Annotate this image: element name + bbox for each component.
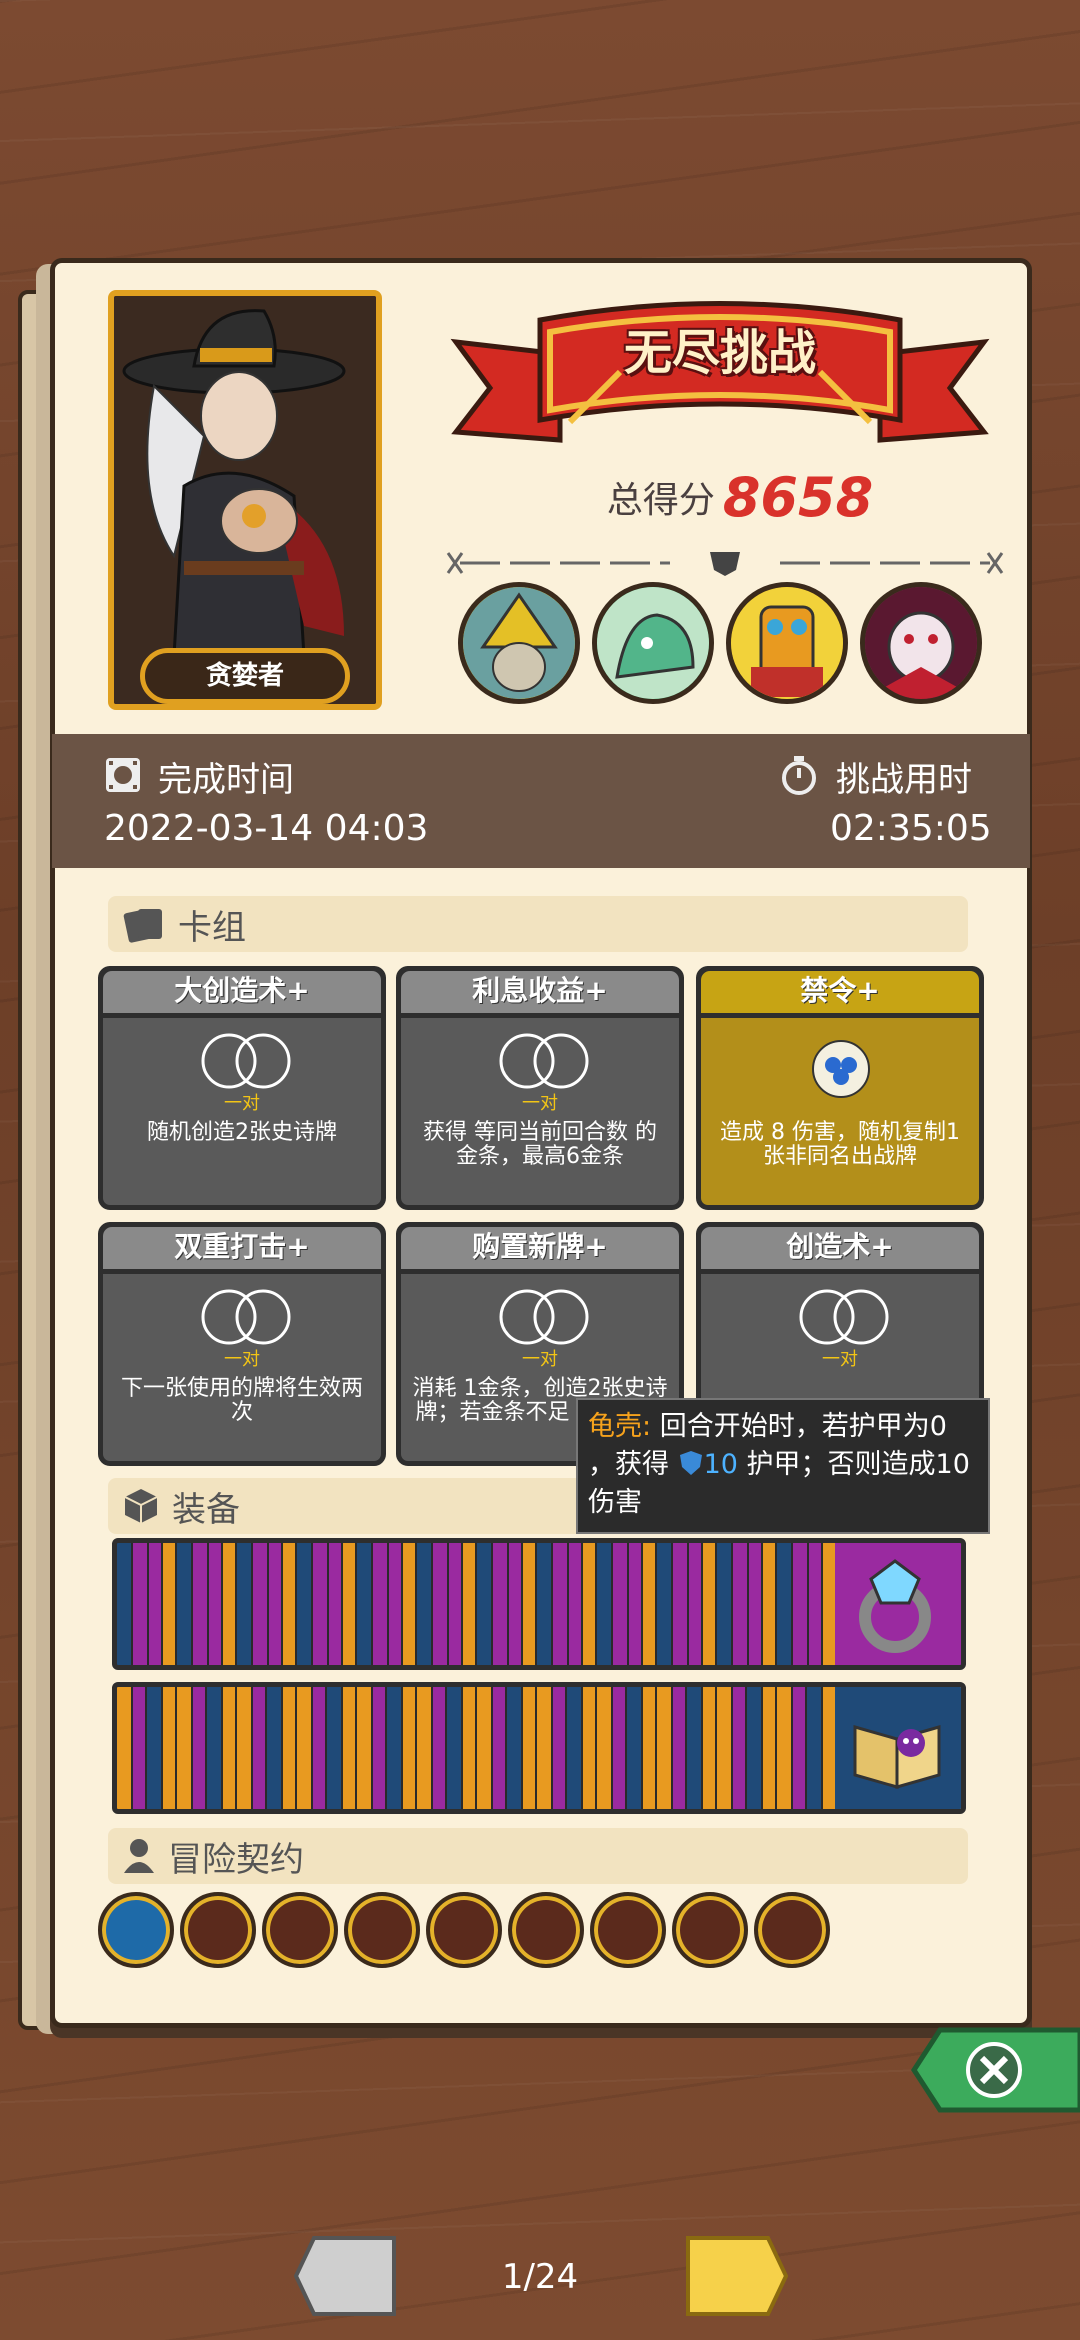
prev-page-button[interactable]: [294, 2234, 398, 2318]
character-portrait: [108, 290, 382, 710]
card-description: 下一张使用的牌将生效两次: [120, 1376, 363, 1425]
card-tag: 一对: [522, 1093, 558, 1114]
keyword-tooltip: 龟壳: 回合开始时，若护甲为0 ，获得 10 护甲；否则造成10 伤害: [576, 1398, 990, 1534]
card-title: 双重打击+: [98, 1222, 386, 1274]
card-description: 随机创造2张史诗牌: [147, 1120, 337, 1145]
contract-meat-icon[interactable]: [672, 1892, 748, 1968]
finish-time-value: 2022-03-14 04:03: [104, 808, 429, 849]
equipment-title: 装备: [172, 1489, 240, 1530]
card-title: 大创造术+: [98, 966, 386, 1018]
boss-avatar-mask[interactable]: [726, 582, 848, 704]
score-label: 总得分: [606, 480, 715, 521]
contract-bottle-icon[interactable]: [262, 1892, 338, 1968]
person-icon: [124, 1839, 154, 1873]
pair-rings-icon: [499, 1033, 589, 1089]
stopwatch-icon: [782, 756, 816, 795]
contract-coin-icon[interactable]: [426, 1892, 502, 1968]
card-item[interactable]: 大创造术+ 一对 随机创造2张史诗牌: [98, 966, 386, 1210]
contracts-section-header: 冒险契约: [108, 1828, 968, 1884]
contract-horn-icon[interactable]: [180, 1892, 256, 1968]
boss-avatar-wizard[interactable]: [458, 582, 580, 704]
film-clock-icon: [106, 758, 140, 792]
card-tag: 一对: [822, 1349, 858, 1370]
berries-icon: [812, 1040, 870, 1098]
skull-book-icon: [835, 1687, 961, 1809]
card-item[interactable]: 禁令+ 造成 8 伤害，随机复制1张非同名出战牌: [696, 966, 984, 1210]
close-button[interactable]: [910, 2024, 1080, 2116]
duration-label: 挑战用时: [836, 760, 972, 800]
ring-icon: [835, 1543, 961, 1665]
witch-illustration: [114, 296, 376, 704]
card-tag: 一对: [224, 1349, 260, 1370]
card-tag: 一对: [522, 1349, 558, 1370]
tooltip-keyword: 龟壳:: [588, 1411, 652, 1442]
card-description: 造成 8 伤害，随机复制1张非同名出战牌: [720, 1120, 960, 1169]
cards-icon: [123, 909, 162, 943]
card-description: 获得 等同当前回合数 的 金条，最高6金条: [423, 1120, 657, 1169]
pair-rings-icon: [499, 1289, 589, 1345]
equipment-slot-ring[interactable]: [112, 1538, 966, 1670]
tooltip-line2-pre: ，获得: [588, 1449, 669, 1480]
contract-soup-icon[interactable]: [754, 1892, 830, 1968]
mode-title: 无尽挑战: [623, 325, 816, 381]
card-tag: 一对: [224, 1093, 260, 1114]
tooltip-line1: 回合开始时，若护甲为0: [659, 1411, 947, 1442]
equipment-slot-book[interactable]: [112, 1682, 966, 1814]
stats-panel: 完成时间 2022-03-14 04:03 挑战用时 02:35:05: [52, 734, 1030, 868]
pair-rings-icon: [799, 1289, 889, 1345]
contract-leaf-icon[interactable]: [344, 1892, 420, 1968]
pair-rings-icon: [201, 1033, 291, 1089]
finish-time-label: 完成时间: [158, 760, 294, 800]
contract-pot-icon[interactable]: [590, 1892, 666, 1968]
contracts-title: 冒险契约: [168, 1839, 304, 1880]
score-row: 总得分 8658: [560, 462, 920, 532]
next-page-button[interactable]: [684, 2234, 788, 2318]
score-value: 8658: [722, 465, 874, 529]
card-title: 购置新牌+: [396, 1222, 684, 1274]
contract-skull-shield-icon[interactable]: [508, 1892, 584, 1968]
character-name: 贪婪者: [140, 648, 350, 704]
contract-flame-skull-icon[interactable]: [98, 1892, 174, 1968]
tooltip-line3: 伤害: [588, 1487, 642, 1518]
shield-icon: [679, 1451, 702, 1475]
card-title: 创造术+: [696, 1222, 984, 1274]
cube-icon: [124, 1489, 158, 1523]
boss-avatar-dragon[interactable]: [592, 582, 714, 704]
boss-avatar-vampire[interactable]: [860, 582, 982, 704]
card-title: 禁令+: [696, 966, 984, 1018]
page-indicator: 1/24: [501, 2257, 579, 2297]
duration-value: 02:35:05: [830, 808, 992, 849]
pair-rings-icon: [201, 1289, 291, 1345]
card-title: 利息收益+: [396, 966, 684, 1018]
tooltip-line2-post: 护甲；否则造成10: [746, 1449, 970, 1480]
card-item[interactable]: 利息收益+ 一对 获得 等同当前回合数 的 金条，最高6金条: [396, 966, 684, 1210]
tooltip-armor-value: 10: [703, 1449, 738, 1480]
deck-title: 卡组: [178, 907, 246, 948]
ornament-divider: [446, 552, 1004, 576]
deck-section-header: 卡组: [108, 896, 968, 952]
skull-icon: [710, 552, 740, 576]
card-item[interactable]: 双重打击+ 一对 下一张使用的牌将生效两次: [98, 1222, 386, 1466]
